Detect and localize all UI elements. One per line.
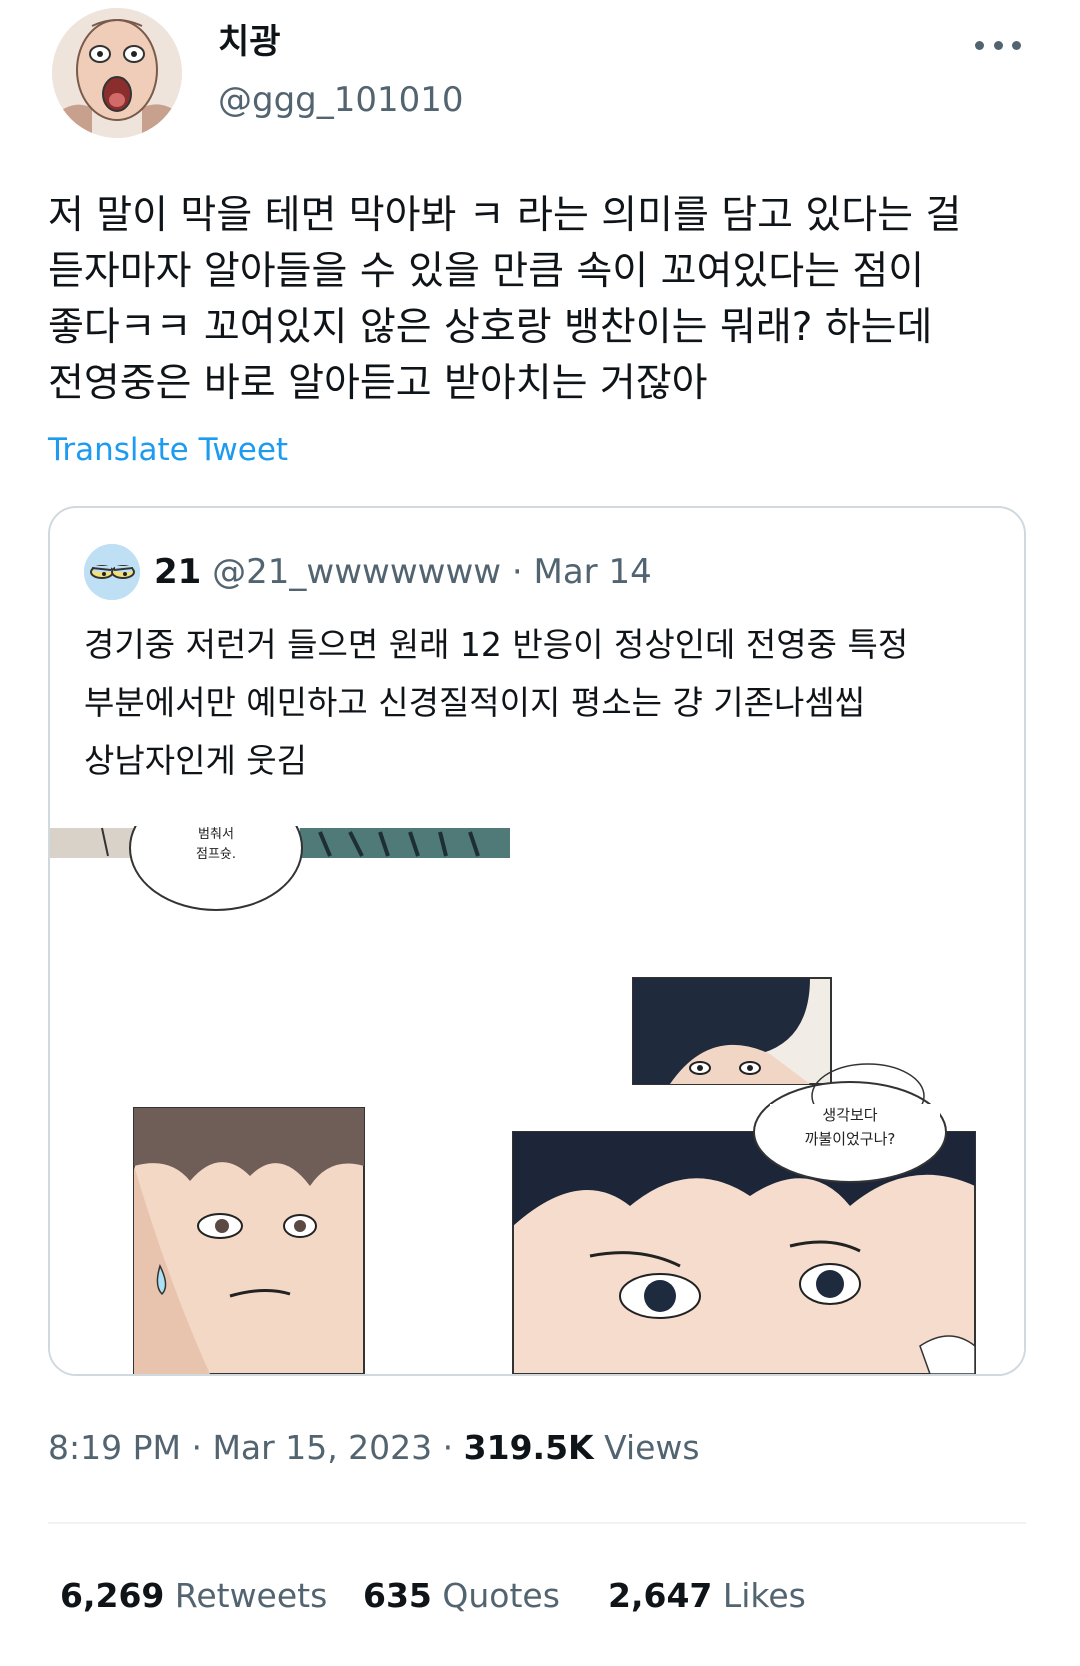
- tweet-date[interactable]: Mar 15, 2023: [212, 1428, 432, 1467]
- timestamp-separator: ·: [432, 1428, 464, 1467]
- divider: [48, 1522, 1026, 1524]
- quoted-author-handle[interactable]: @21_wwwwwww: [212, 552, 501, 592]
- quoted-text-line: 상남자인게 웃김: [84, 741, 308, 780]
- tweet-text: 저 말이 막을 테면 막아봐 ㅋ 라는 의미를 담고 있다는 걸 듣자마자 알아…: [48, 188, 1038, 412]
- speech-bubble-text: 까불이었구나?: [805, 1130, 896, 1148]
- tweet-timestamp: 8:19 PM · Mar 15, 2023 · 319.5K Views: [48, 1426, 700, 1470]
- translate-tweet-link[interactable]: Translate Tweet: [48, 430, 288, 470]
- author-display-name[interactable]: 치광: [218, 20, 281, 64]
- speech-bubble-text: 점프슛.: [196, 847, 236, 862]
- retweets-label: Retweets: [164, 1576, 328, 1615]
- speech-bubble-text: 생각보다: [822, 1106, 877, 1124]
- quoted-text: 경기중 저런거 들으면 원래 12 반응이 정상인데 전영중 특정 부분에서만 …: [84, 616, 908, 790]
- quoted-author-name[interactable]: 21: [154, 552, 201, 592]
- likes-count: 2,647: [608, 1576, 713, 1615]
- views-count[interactable]: 319.5K: [464, 1428, 594, 1467]
- quoted-separator: ·: [511, 552, 523, 592]
- more-options-icon[interactable]: [975, 30, 1021, 60]
- retweets-stat[interactable]: 6,269 Retweets: [60, 1574, 327, 1618]
- quotes-stat[interactable]: 635 Quotes: [363, 1574, 560, 1618]
- tweet-text-line: 듣자마자 알아들을 수 있을 만큼 속이 꼬여있다는 점이: [48, 249, 925, 294]
- tweet-text-line: 좋다ㅋㅋ 꼬여있지 않은 상호랑 뱅찬이는 뭐래? 하는데: [48, 305, 933, 350]
- tweet-text-line: 저 말이 막을 테면 막아봐 ㅋ 라는 의미를 담고 있다는 걸: [48, 193, 962, 238]
- author-avatar[interactable]: [52, 8, 182, 138]
- likes-stat[interactable]: 2,647 Likes: [608, 1574, 806, 1618]
- quoted-media-image[interactable]: 범춰서 점프슛. 생각보다 까불이었구나?: [50, 785, 1024, 1374]
- tweet-text-line: 전영중은 바로 알아듣고 받아치는 거잖아: [48, 361, 708, 406]
- quoted-header: 21 @21_wwwwwww · Mar 14: [154, 550, 652, 594]
- quotes-label: Quotes: [431, 1576, 560, 1615]
- speech-bubble-text: 범춰서: [198, 827, 234, 842]
- quoted-author-avatar[interactable]: [84, 544, 140, 600]
- likes-label: Likes: [712, 1576, 806, 1615]
- retweets-count: 6,269: [60, 1576, 165, 1615]
- quoted-date[interactable]: Mar 14: [534, 552, 652, 592]
- tweet-time[interactable]: 8:19 PM: [48, 1428, 181, 1467]
- quoted-text-line: 부분에서만 예민하고 신경질적이지 평소는 걍 기존나셈씹: [84, 683, 866, 722]
- quotes-count: 635: [363, 1576, 432, 1615]
- quoted-text-line: 경기중 저런거 들으면 원래 12 반응이 정상인데 전영중 특정: [84, 625, 909, 664]
- quoted-tweet[interactable]: 21 @21_wwwwwww · Mar 14 경기중 저런거 들으면 원래 1…: [48, 506, 1026, 1376]
- author-handle[interactable]: @ggg_101010: [218, 78, 464, 122]
- timestamp-separator: ·: [180, 1428, 213, 1467]
- views-label: Views: [593, 1428, 700, 1467]
